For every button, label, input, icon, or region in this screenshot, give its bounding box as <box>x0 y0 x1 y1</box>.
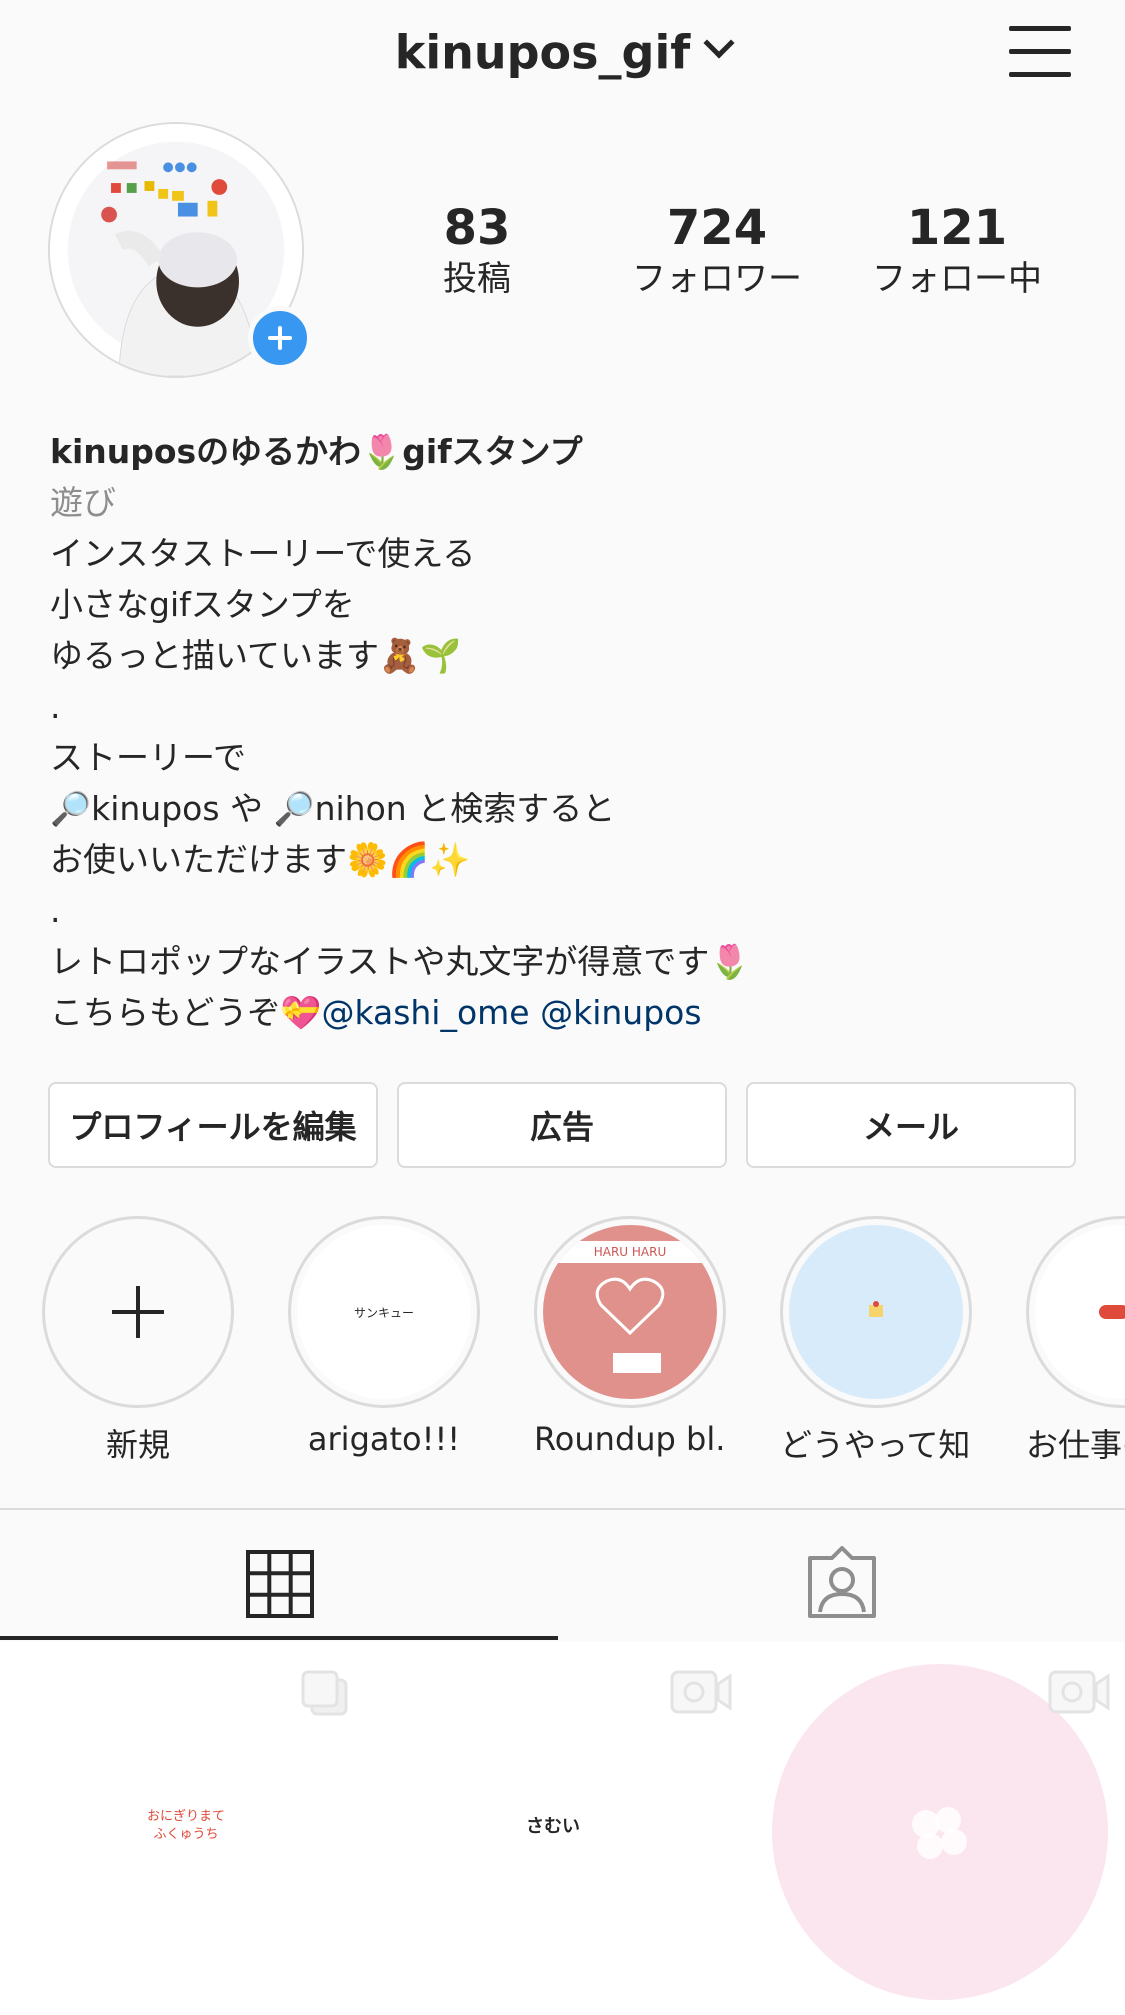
highlight-new[interactable]: 新規 <box>42 1216 234 1466</box>
following-value: 121 <box>906 200 1008 256</box>
username: kinupos_gif <box>394 25 691 80</box>
email-button[interactable]: メール <box>746 1082 1076 1168</box>
posts-grid: おにぎりまて ふくゅうち さむい <box>0 1642 1125 2015</box>
highlight-label: arigato!!! <box>307 1420 461 1458</box>
following-label: フォロー中 <box>872 259 1042 299</box>
plus-icon <box>112 1286 164 1338</box>
highlight-label: お仕事の <box>1026 1426 1125 1464</box>
grid-icon[interactable] <box>246 1550 314 1622</box>
ads-button[interactable]: 広告 <box>397 1082 727 1168</box>
active-tab-indicator <box>0 1636 558 1640</box>
chevron-down-icon <box>703 26 735 59</box>
bio-line: インスタストーリーで使える <box>50 534 476 573</box>
new-highlight-ring <box>42 1216 234 1408</box>
highlight-arigato[interactable]: サンキュー arigato!!! <box>288 1216 480 1458</box>
bio-line-prefix: こちらもどうぞ💝 <box>50 993 322 1032</box>
bio-line: 小さなgifスタンプを <box>50 585 355 624</box>
display-name: kinuposのゆるかわ🌷gifスタンプ <box>50 432 583 471</box>
posts-value: 83 <box>443 200 511 256</box>
bio-line: . <box>50 687 61 726</box>
followers-label: フォロワー <box>632 259 802 299</box>
highlight-work[interactable]: お仕事の <box>1026 1216 1125 1466</box>
highlight-label: Roundup bl... <box>534 1420 726 1458</box>
tagged-person-icon[interactable] <box>806 1546 878 1622</box>
bio-line: ゆるっと描いています🧸🌱 <box>50 636 462 675</box>
hamburger-menu-icon[interactable] <box>1009 26 1071 78</box>
edit-profile-button[interactable]: プロフィールを編集 <box>48 1082 378 1168</box>
posts-count[interactable]: 83 投稿 <box>367 200 587 302</box>
bio-line: . <box>50 891 61 930</box>
highlight-label: どうやって知… <box>780 1426 972 1464</box>
video-icon <box>1048 1670 1110 1718</box>
carousel-icon <box>300 1670 350 1722</box>
highlight-thumb: サンキュー <box>297 1225 471 1399</box>
following-count[interactable]: 121 フォロー中 <box>847 200 1067 302</box>
highlight-how-did-you-know[interactable]: どうやって知… <box>780 1216 972 1466</box>
bio-line: 🔎kinupos や 🔎nihon と検索すると <box>50 789 616 828</box>
top-bar: kinupos_gif <box>0 0 1125 108</box>
followers-count[interactable]: 724 フォロワー <box>607 200 827 302</box>
posts-label: 投稿 <box>443 259 511 299</box>
grid-post[interactable] <box>752 1642 1124 2015</box>
grid-post[interactable]: さむい <box>376 1642 748 2015</box>
mention-link-kinupos[interactable]: @kinupos <box>540 993 701 1032</box>
highlight-thumb <box>1035 1225 1125 1399</box>
highlight-roundup[interactable]: HARU HARU Roundup bl... <box>534 1216 726 1458</box>
bio-line: レトロポップなイラストや丸文字が得意です🌷 <box>50 942 751 981</box>
profile-tabs <box>0 1508 1125 1642</box>
bio-line: お使いいただけます🌼🌈✨ <box>50 840 471 879</box>
video-icon <box>670 1670 732 1718</box>
add-story-icon[interactable] <box>248 306 312 370</box>
grid-post[interactable]: おにぎりまて ふくゅうち <box>0 1642 372 2015</box>
highlight-thumb <box>789 1225 963 1399</box>
bio-line: ストーリーで <box>50 738 247 777</box>
username-switcher[interactable]: kinupos_gif <box>0 22 1125 80</box>
post-thumb-text: さむい <box>526 1816 580 1837</box>
profile-bio: kinuposのゆるかわ🌷gifスタンプ 遊び インスタストーリーで使える 小さ… <box>50 426 1080 1038</box>
highlight-thumb: HARU HARU <box>543 1225 717 1399</box>
followers-value: 724 <box>666 200 768 256</box>
post-thumb-text: おにぎりまて ふくゅうち <box>146 1809 225 1842</box>
flower-icon <box>912 1807 967 1859</box>
bio-line-last: こちらもどうぞ💝@kashi_ome @kinupos <box>50 987 1080 1038</box>
highlight-label: 新規 <box>105 1426 170 1464</box>
mention-link-kashi-ome[interactable]: @kashi_ome <box>321 993 529 1032</box>
category-label: 遊び <box>50 483 116 522</box>
